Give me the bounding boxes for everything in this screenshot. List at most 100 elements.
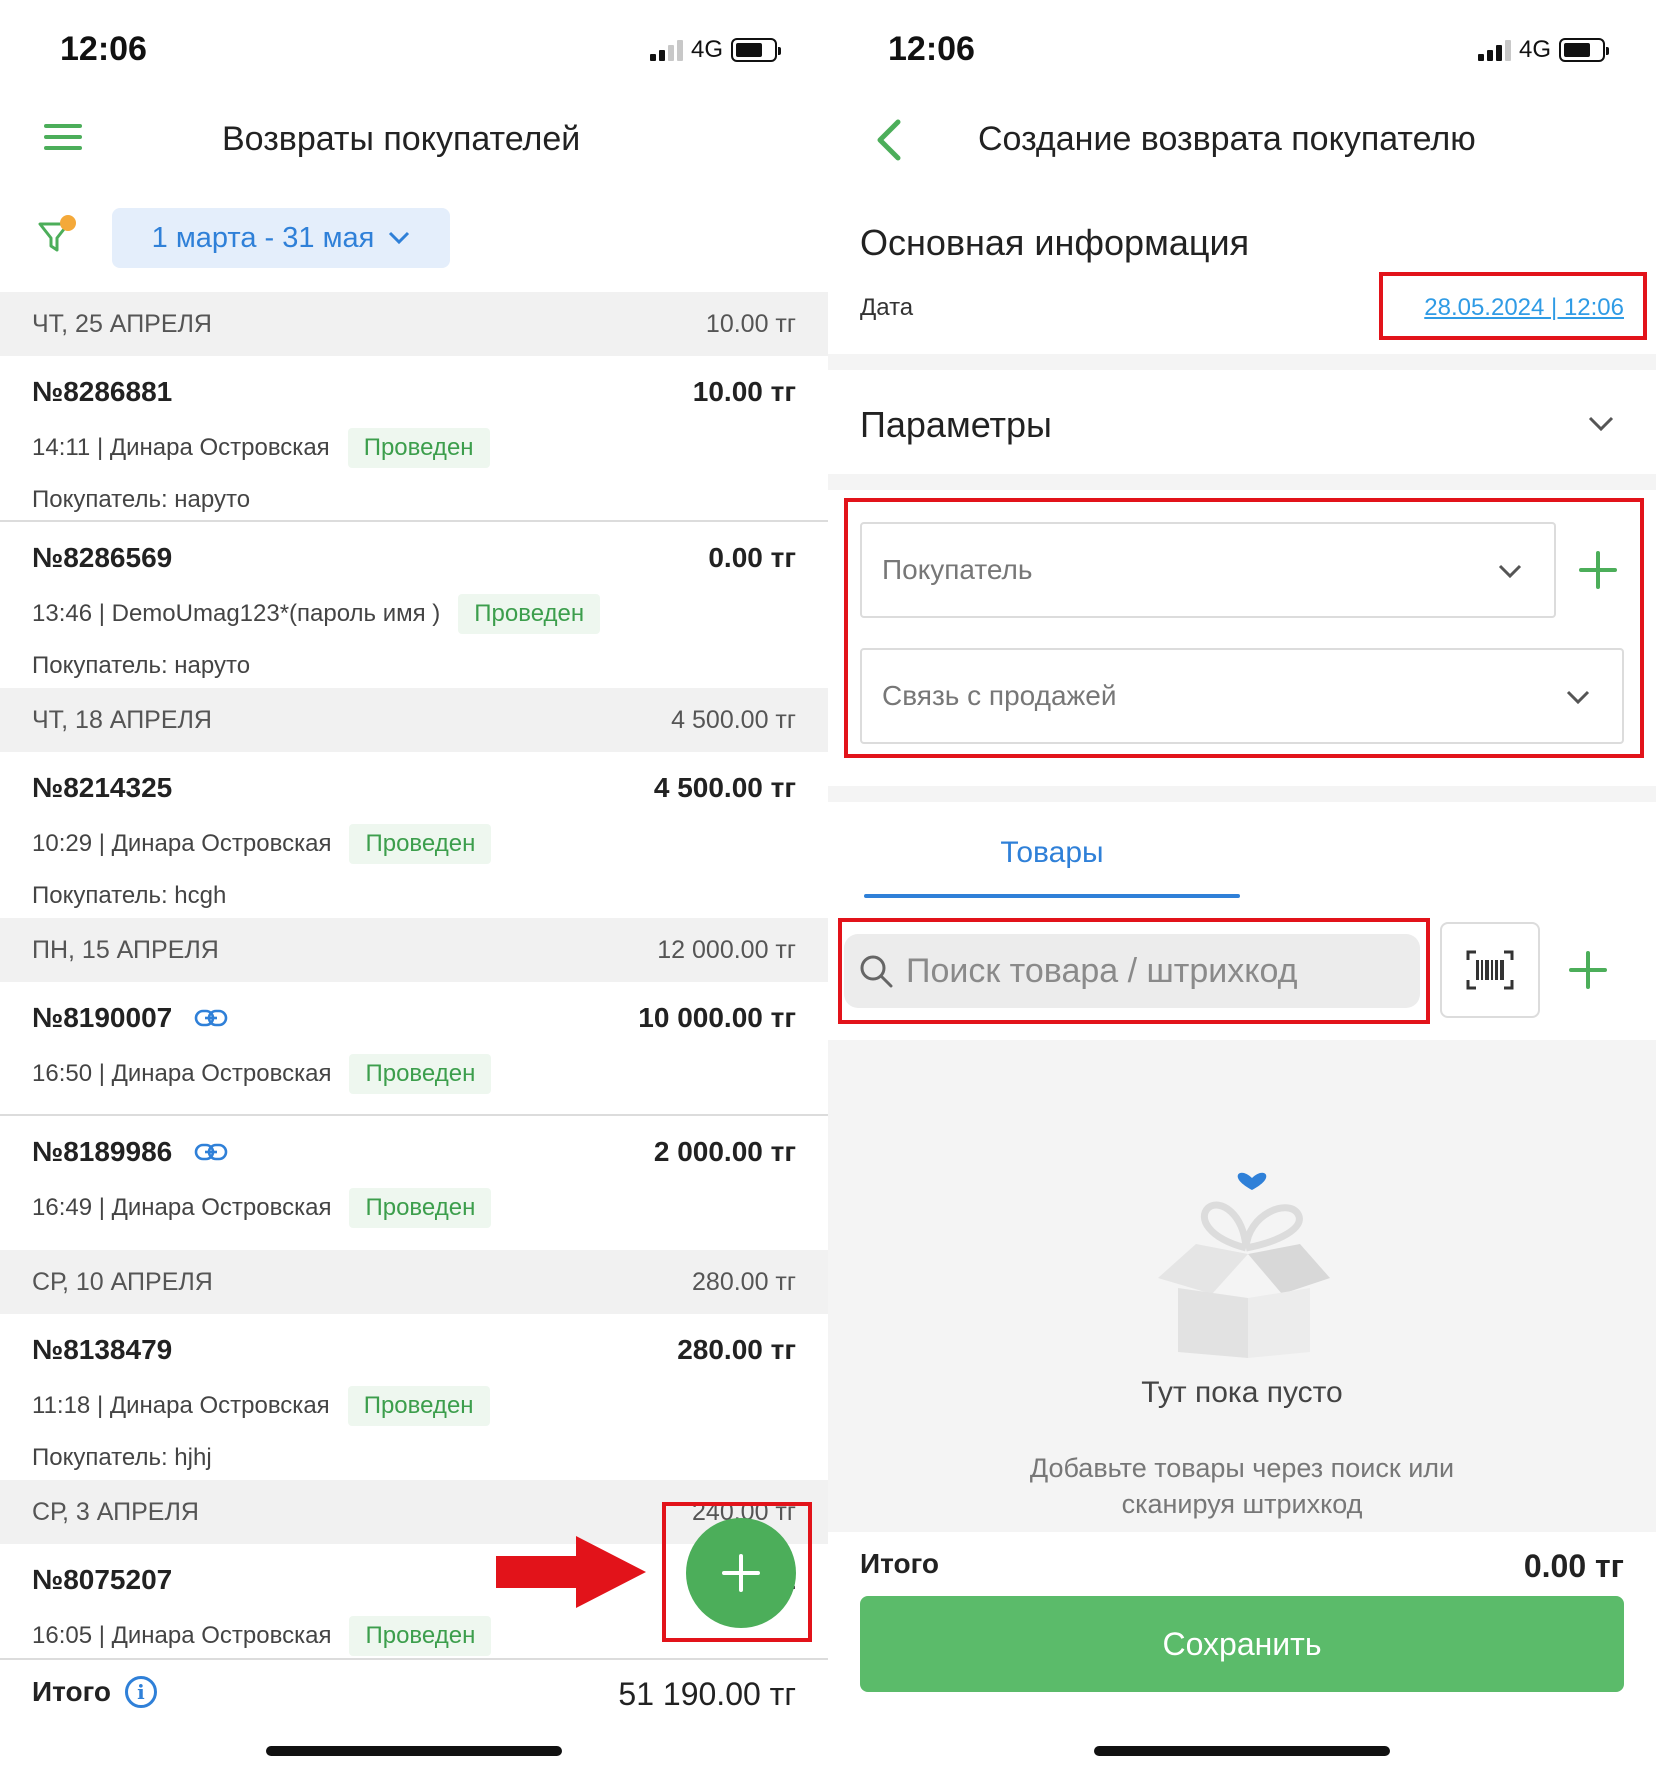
status-time: 12:06: [60, 30, 147, 68]
signal-icon: [650, 39, 683, 61]
link-icon: [194, 1009, 228, 1027]
divider: [828, 474, 1656, 490]
return-row[interactable]: №8190007 10 000.00 тг 16:50 | Динара Ост…: [0, 982, 828, 1116]
date-range-picker[interactable]: 1 марта - 31 мая: [112, 208, 450, 268]
barcode-scan-button[interactable]: [1440, 922, 1540, 1018]
chevron-down-icon[interactable]: [1588, 416, 1614, 432]
page-title: Создание возврата покупателю: [978, 120, 1476, 158]
total-label: Итого: [32, 1676, 111, 1707]
day-total: 4 500.00 тг: [671, 705, 796, 734]
add-product-button[interactable]: [1568, 950, 1608, 990]
return-buyer: Покупатель: hcgh: [32, 882, 227, 909]
date-range-label: 1 марта - 31 мая: [151, 221, 375, 254]
return-buyer: Покупатель: наруто: [32, 652, 251, 679]
day-total: 280.00 тг: [692, 1267, 796, 1296]
return-amount: 10.00 тг: [692, 376, 796, 407]
return-row[interactable]: №8286569 0.00 тг 13:46 | DemoUmag123*(па…: [0, 522, 828, 688]
return-number: №8286881: [32, 376, 173, 407]
page-title: Возвраты покупателей: [222, 120, 581, 158]
day-total: 12 000.00 тг: [657, 935, 796, 964]
menu-icon[interactable]: [44, 124, 82, 150]
info-icon[interactable]: i: [124, 1676, 157, 1708]
empty-state: Тут пока пусто Добавьте товары через пои…: [828, 1040, 1656, 1532]
empty-title: Тут пока пусто: [1141, 1376, 1343, 1409]
total-label: Итого: [860, 1548, 939, 1579]
day-label: ЧТ, 18 АПРЕЛЯ: [32, 705, 212, 734]
create-return-screen: 12:06 4G Создание возврата покупателю Ос…: [828, 0, 1656, 1792]
day-header: СР, 10 АПРЕЛЯ 280.00 тг: [0, 1250, 828, 1314]
return-row[interactable]: №8189986 2 000.00 тг 16:49 | Динара Остр…: [0, 1116, 828, 1250]
empty-hint-line: Добавьте товары через поиск или: [1029, 1453, 1455, 1483]
return-number: №8189986: [32, 1136, 173, 1167]
day-total: 10.00 тг: [705, 309, 796, 338]
divider: [828, 354, 1656, 370]
back-icon[interactable]: [872, 118, 904, 162]
return-amount: 0.00 тг: [708, 542, 796, 573]
home-indicator: [266, 1746, 562, 1756]
empty-hint-line: сканируя штрихкод: [1121, 1489, 1363, 1519]
date-label: Дата: [860, 294, 914, 321]
total-bar: Итого i 51 190.00 тг: [0, 1660, 828, 1730]
annotation-box: [1379, 272, 1647, 340]
return-meta: 11:18 | Динара Островская: [32, 1392, 330, 1419]
status-indicators: 4G: [1478, 36, 1610, 64]
return-buyer: Покупатель: hjhj: [32, 1444, 212, 1471]
day-header: ПН, 15 АПРЕЛЯ 12 000.00 тг: [0, 918, 828, 982]
return-amount: 10 000.00 тг: [638, 1002, 796, 1033]
params-title[interactable]: Параметры: [860, 404, 1052, 446]
return-amount: 2 000.00 тг: [653, 1136, 796, 1167]
return-meta: 16:50 | Динара Островская: [32, 1060, 332, 1087]
network-type: 4G: [1519, 36, 1552, 63]
status-badge: Проведен: [347, 1386, 490, 1426]
filter-icon[interactable]: [36, 214, 80, 258]
return-number: №8286569: [32, 542, 173, 573]
status-indicators: 4G: [650, 36, 782, 64]
return-row[interactable]: №8286881 10.00 тг 14:11 | Динара Островс…: [0, 356, 828, 522]
day-label: СР, 10 АПРЕЛЯ: [32, 1267, 213, 1296]
empty-hint: Добавьте товары через поиск или сканируя…: [828, 1450, 1656, 1522]
return-row[interactable]: №8214325 4 500.00 тг 10:29 | Динара Остр…: [0, 752, 828, 918]
signal-icon: [1478, 39, 1511, 61]
link-icon: [194, 1143, 228, 1161]
status-badge: Проведен: [349, 1054, 492, 1094]
divider: [828, 786, 1656, 802]
status-badge: Проведен: [349, 824, 492, 864]
return-number: №8214325: [32, 772, 173, 803]
day-label: ЧТ, 25 АПРЕЛЯ: [32, 309, 212, 338]
status-badge: Проведен: [349, 1188, 492, 1228]
annotation-box: [662, 1502, 812, 1642]
return-number: №8075207: [32, 1564, 173, 1595]
home-indicator: [1094, 1746, 1390, 1756]
return-meta: 16:05 | Динара Островская: [32, 1622, 332, 1649]
save-button[interactable]: Сохранить: [860, 1596, 1624, 1692]
status-badge: Проведен: [349, 1616, 492, 1656]
status-badge: Проведен: [458, 594, 601, 634]
annotation-box: [844, 498, 1644, 758]
chevron-down-icon: [389, 231, 410, 245]
red-arrow-icon: [496, 1536, 646, 1608]
empty-box-icon: [1158, 1172, 1330, 1358]
barcode-icon: [1466, 950, 1514, 990]
battery-icon: [731, 38, 782, 62]
day-label: СР, 3 АПРЕЛЯ: [32, 1497, 199, 1526]
annotation-box: [838, 918, 1430, 1024]
total-value: 51 190.00 тг: [618, 1676, 796, 1712]
return-buyer: Покупатель: наруто: [32, 486, 251, 513]
battery-icon: [1559, 38, 1610, 62]
tab-goods[interactable]: Товары: [864, 814, 1240, 898]
returns-list-screen: 12:06 4G Возвраты покупателей 1 марта - …: [0, 0, 828, 1792]
return-number: №8190007: [32, 1002, 173, 1033]
return-meta: 10:29 | Динара Островская: [32, 830, 332, 857]
main-info-title: Основная информация: [860, 222, 1250, 263]
return-meta: 13:46 | DemoUmag123*(пароль имя ): [32, 600, 441, 627]
day-header: ЧТ, 18 АПРЕЛЯ 4 500.00 тг: [0, 688, 828, 752]
return-row[interactable]: №8138479 280.00 тг 11:18 | Динара Остров…: [0, 1314, 828, 1480]
return-meta: 14:11 | Динара Островская: [32, 434, 330, 461]
day-label: ПН, 15 АПРЕЛЯ: [32, 935, 219, 964]
tab-goods-label: Товары: [1000, 836, 1104, 869]
tab-underline: [864, 894, 1240, 898]
status-time: 12:06: [888, 30, 975, 68]
status-badge: Проведен: [347, 428, 490, 468]
return-amount: 280.00 тг: [677, 1334, 796, 1365]
network-type: 4G: [691, 36, 724, 63]
